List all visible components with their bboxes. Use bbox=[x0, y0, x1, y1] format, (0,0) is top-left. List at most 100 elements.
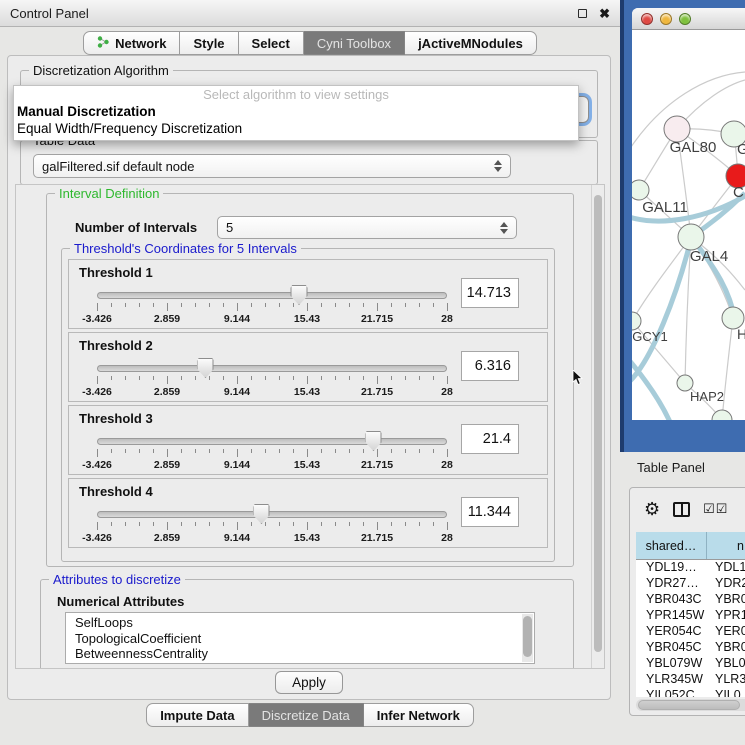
tab-select[interactable]: Select bbox=[239, 31, 304, 55]
dropdown-option-equal-width-frequency-discretization[interactable]: Equal Width/Frequency Discretization bbox=[14, 120, 578, 137]
tick-mark bbox=[335, 303, 336, 307]
tick-mark bbox=[279, 303, 280, 307]
bottom-tab-bar: Impute DataDiscretize DataInfer Network bbox=[0, 703, 620, 727]
network-canvas[interactable]: GAL80GCGAL11GAL4HGCY1HAP2 bbox=[632, 30, 745, 420]
tab-network[interactable]: Network bbox=[83, 31, 180, 55]
node-label: G bbox=[737, 141, 745, 158]
tick-mark bbox=[321, 522, 322, 526]
list-scrollbar[interactable] bbox=[522, 614, 533, 662]
slider-thumb[interactable] bbox=[253, 504, 270, 524]
group-title: Discretization Algorithm bbox=[29, 63, 173, 78]
table-row[interactable]: YDL19…YDL1 bbox=[636, 560, 745, 576]
threshold-value[interactable]: 21.4 bbox=[461, 424, 519, 454]
close-icon[interactable]: ✖ bbox=[599, 7, 610, 20]
scrollbar-thumb[interactable] bbox=[594, 195, 602, 652]
threshold-slider[interactable]: -3.4262.8599.14415.4321.71528 bbox=[97, 503, 447, 545]
tick-label: 15.43 bbox=[294, 459, 320, 471]
tick-label: 21.715 bbox=[361, 313, 393, 325]
dropdown-option-manual-discretization[interactable]: Manual Discretization bbox=[14, 103, 578, 120]
num-intervals-combobox[interactable]: 5 bbox=[217, 216, 517, 239]
tick-mark bbox=[349, 449, 350, 453]
dropdown-placeholder: Select algorithm to view settings bbox=[14, 86, 578, 103]
node-label: GCY1 bbox=[632, 329, 667, 344]
table-row[interactable]: YLR345WYLR3 bbox=[636, 672, 745, 688]
threshold-label: Threshold 2 bbox=[79, 338, 153, 353]
tick-mark bbox=[363, 449, 364, 453]
scrollbar-thumb[interactable] bbox=[638, 700, 740, 710]
cell-shared-name: YIL052C bbox=[636, 688, 707, 697]
close-button[interactable] bbox=[641, 13, 653, 25]
threshold-value[interactable]: 6.316 bbox=[461, 351, 519, 381]
tick-mark bbox=[391, 449, 392, 453]
network-node-gal4[interactable] bbox=[678, 224, 704, 250]
network-view-frame: GAL80GCGAL11GAL4HGCY1HAP2 bbox=[620, 0, 745, 452]
table-row[interactable]: YIL052CYIL0 bbox=[636, 688, 745, 697]
network-window: GAL80GCGAL11GAL4HGCY1HAP2 bbox=[632, 8, 745, 420]
tick-mark bbox=[377, 522, 378, 530]
tick-label: 21.715 bbox=[361, 532, 393, 544]
split-view-icon[interactable] bbox=[673, 502, 690, 517]
threshold-slider[interactable]: -3.4262.8599.14415.4321.71528 bbox=[97, 284, 447, 326]
apply-button[interactable]: Apply bbox=[275, 671, 343, 694]
tab-label: jActiveMNodules bbox=[418, 36, 523, 51]
list-item[interactable]: BetweennessCentrality bbox=[75, 646, 534, 662]
zoom-button[interactable] bbox=[679, 13, 691, 25]
tab-jactivemnodules[interactable]: jActiveMNodules bbox=[405, 31, 537, 55]
network-node-gal11[interactable] bbox=[632, 180, 649, 200]
table-row[interactable]: YBR045CYBR0 bbox=[636, 640, 745, 656]
tick-mark bbox=[433, 376, 434, 380]
minimize-button[interactable] bbox=[660, 13, 672, 25]
threshold-slider[interactable]: -3.4262.8599.14415.4321.71528 bbox=[97, 430, 447, 472]
float-icon[interactable] bbox=[578, 9, 587, 18]
checkboxes-icon[interactable]: ☑☑ bbox=[703, 501, 728, 517]
tick-mark bbox=[265, 303, 266, 307]
tick-mark bbox=[237, 303, 238, 311]
column-header[interactable]: shared… bbox=[636, 532, 707, 559]
tick-mark bbox=[279, 449, 280, 453]
tick-label: -3.426 bbox=[82, 532, 112, 544]
slider-thumb[interactable] bbox=[365, 431, 382, 451]
table-row[interactable]: YBR043CYBR0 bbox=[636, 592, 745, 608]
group-title: Interval Definition bbox=[55, 186, 163, 201]
slider-thumb[interactable] bbox=[197, 358, 214, 378]
table-row[interactable]: YPR145WYPR1 bbox=[636, 608, 745, 624]
table-row[interactable]: YER054CYER0 bbox=[636, 624, 745, 640]
panel-scrollbar[interactable] bbox=[591, 185, 604, 668]
column-header[interactable]: n bbox=[707, 532, 745, 559]
table-data-combobox[interactable]: galFiltered.sif default node bbox=[33, 154, 511, 178]
scrollbar-thumb[interactable] bbox=[523, 616, 532, 657]
tab-impute-data[interactable]: Impute Data bbox=[146, 703, 248, 727]
tick-mark bbox=[97, 449, 98, 457]
tick-label: -3.426 bbox=[82, 459, 112, 471]
tick-mark bbox=[153, 376, 154, 380]
cell-name: YLR3 bbox=[707, 672, 745, 688]
table-row[interactable]: YDR27…YDR2 bbox=[636, 576, 745, 592]
gear-icon[interactable]: ⚙ bbox=[644, 500, 660, 518]
tick-mark bbox=[419, 449, 420, 453]
table-h-scrollbar[interactable] bbox=[636, 699, 745, 711]
slider-track bbox=[97, 292, 447, 299]
network-edge[interactable] bbox=[632, 239, 691, 382]
slider-thumb[interactable] bbox=[291, 285, 308, 305]
network-edge[interactable] bbox=[722, 318, 733, 420]
threshold-slider[interactable]: -3.4262.8599.14415.4321.71528 bbox=[97, 357, 447, 399]
list-item[interactable]: SelfLoops bbox=[75, 615, 534, 631]
network-node-gcy1[interactable] bbox=[632, 312, 641, 330]
tab-cyni-toolbox[interactable]: Cyni Toolbox bbox=[304, 31, 405, 55]
tab-style[interactable]: Style bbox=[180, 31, 238, 55]
node-label: GAL11 bbox=[642, 199, 688, 216]
tick-label: 21.715 bbox=[361, 459, 393, 471]
tab-infer-network[interactable]: Infer Network bbox=[364, 703, 474, 727]
tick-label: 2.859 bbox=[154, 386, 180, 398]
tick-label: 9.144 bbox=[224, 313, 250, 325]
threshold-value[interactable]: 11.344 bbox=[461, 497, 519, 527]
settings-scroll-panel: Interval Definition Number of Intervals … bbox=[15, 184, 605, 669]
list-item[interactable]: TopologicalCoefficient bbox=[75, 631, 534, 647]
node-label: C bbox=[733, 184, 744, 201]
threshold-value[interactable]: 14.713 bbox=[461, 278, 519, 308]
tick-mark bbox=[139, 303, 140, 307]
table-row[interactable]: YBL079WYBL0 bbox=[636, 656, 745, 672]
attributes-list[interactable]: SelfLoopsTopologicalCoefficientBetweenne… bbox=[65, 612, 535, 664]
node-label: H bbox=[737, 326, 745, 342]
tab-discretize-data[interactable]: Discretize Data bbox=[249, 703, 364, 727]
